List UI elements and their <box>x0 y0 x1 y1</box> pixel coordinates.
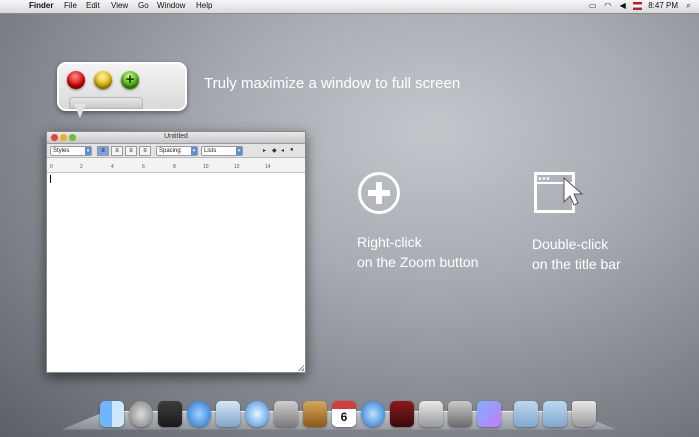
ruler-mark: 14 <box>265 164 271 170</box>
headline: Truly maximize a window to full screen <box>204 75 461 92</box>
zoom-hint: Right-click on the Zoom button <box>357 232 478 272</box>
align-left-button[interactable]: ≡ <box>97 146 109 156</box>
zoom-hint-line-1: Right-click <box>357 234 422 250</box>
minimize-button-illustration-icon <box>94 71 112 89</box>
ruler-mark: 12 <box>234 164 240 170</box>
styles-select-label: Styles <box>53 148 70 154</box>
trash-icon[interactable] <box>572 401 596 427</box>
resize-handle[interactable] <box>298 365 304 371</box>
window-title: Untitled <box>164 133 188 140</box>
lists-select-label: Lists <box>204 148 217 154</box>
ruler-mark: 2 <box>80 164 83 170</box>
text-cursor <box>50 175 51 183</box>
app-store-icon[interactable] <box>187 401 211 427</box>
menu-finder[interactable]: Finder <box>29 1 53 10</box>
zoom-plus-icon <box>358 172 400 214</box>
calendar-icon[interactable]: 6 <box>332 401 356 427</box>
search-icon[interactable]: ⌕ <box>684 1 693 10</box>
close-button-illustration-icon <box>67 71 85 89</box>
styles-chevron-icon: ▾ <box>85 147 91 155</box>
zoom-button-illustration-icon: + <box>121 71 139 89</box>
spacing-chevron-icon: ▾ <box>191 147 197 155</box>
callout-tail <box>74 104 86 118</box>
downloads-folder-icon[interactable] <box>514 401 538 427</box>
tab-stop-center-icon[interactable]: ◆ <box>272 147 277 154</box>
clock[interactable]: 8:47 PM <box>648 1 678 10</box>
safari-icon[interactable] <box>245 401 269 427</box>
desktop: Finder File Edit View Go Window Help ▭ ◠… <box>0 0 699 437</box>
finder-icon[interactable] <box>100 401 124 427</box>
photo-booth-icon[interactable] <box>390 401 414 427</box>
documents-folder-icon[interactable] <box>477 401 501 427</box>
applications-folder-icon[interactable] <box>543 401 567 427</box>
dashboard-icon[interactable] <box>158 401 182 427</box>
ruler-mark: 0 <box>50 164 53 170</box>
menu-edit[interactable]: Edit <box>86 1 100 10</box>
tab-stop-decimal-icon[interactable]: ● <box>290 147 294 153</box>
wifi-icon[interactable]: ◠ <box>603 1 612 10</box>
menu-file[interactable]: File <box>64 1 77 10</box>
styles-select[interactable]: Styles ▾ <box>50 146 92 156</box>
document-window: Untitled Styles ▾ ≡ ≡ ≡ ≡ Spacing ▾ List… <box>46 131 306 373</box>
menu-view[interactable]: View <box>111 1 128 10</box>
ruler[interactable]: 0 2 4 6 8 10 12 14 <box>47 158 305 173</box>
titlebar-hint-line-1: Double-click <box>532 236 609 252</box>
dock: 6 <box>100 401 596 427</box>
menu-help[interactable]: Help <box>196 1 212 10</box>
tab-stop-right-icon[interactable]: ▸ <box>263 147 266 154</box>
flag-icon[interactable] <box>633 1 643 10</box>
mail-icon[interactable] <box>216 401 240 427</box>
menu-bar: Finder File Edit View Go Window Help ▭ ◠… <box>0 0 699 14</box>
dock-separator <box>506 401 509 427</box>
window-title-bar[interactable]: Untitled <box>47 132 305 144</box>
itunes-icon[interactable] <box>361 401 385 427</box>
calendar-day: 6 <box>340 410 348 424</box>
display-icon[interactable]: ▭ <box>588 1 597 10</box>
align-center-button[interactable]: ≡ <box>111 146 123 156</box>
align-justify-button[interactable]: ≡ <box>139 146 151 156</box>
titlebar-hint-line-2: on the title bar <box>532 256 621 272</box>
preview-icon[interactable] <box>419 401 443 427</box>
address-book-icon[interactable] <box>303 401 327 427</box>
spacing-select[interactable]: Spacing ▾ <box>156 146 198 156</box>
zoom-hint-line-2: on the Zoom button <box>357 254 479 270</box>
volume-icon[interactable]: ◀ <box>618 1 627 10</box>
facetime-icon[interactable] <box>274 401 298 427</box>
ruler-mark: 4 <box>111 164 114 170</box>
system-preferences-icon[interactable] <box>448 401 472 427</box>
format-toolbar: Styles ▾ ≡ ≡ ≡ ≡ Spacing ▾ Lists ▾ ▸ ◆ ◂… <box>47 144 305 158</box>
menu-go[interactable]: Go <box>138 1 149 10</box>
text-area[interactable] <box>47 173 305 372</box>
menu-window[interactable]: Window <box>157 1 185 10</box>
titlebar-hint: Double-click on the title bar <box>532 234 621 274</box>
align-right-button[interactable]: ≡ <box>125 146 137 156</box>
ruler-mark: 6 <box>142 164 145 170</box>
rocket-icon[interactable] <box>129 401 153 427</box>
lists-select[interactable]: Lists ▾ <box>201 146 243 156</box>
window-cursor-icon <box>534 172 584 213</box>
ruler-mark: 8 <box>173 164 176 170</box>
tab-stop-left-icon[interactable]: ◂ <box>281 147 284 154</box>
lists-chevron-icon: ▾ <box>236 147 242 155</box>
spacing-select-label: Spacing <box>159 148 181 154</box>
ruler-mark: 10 <box>203 164 209 170</box>
